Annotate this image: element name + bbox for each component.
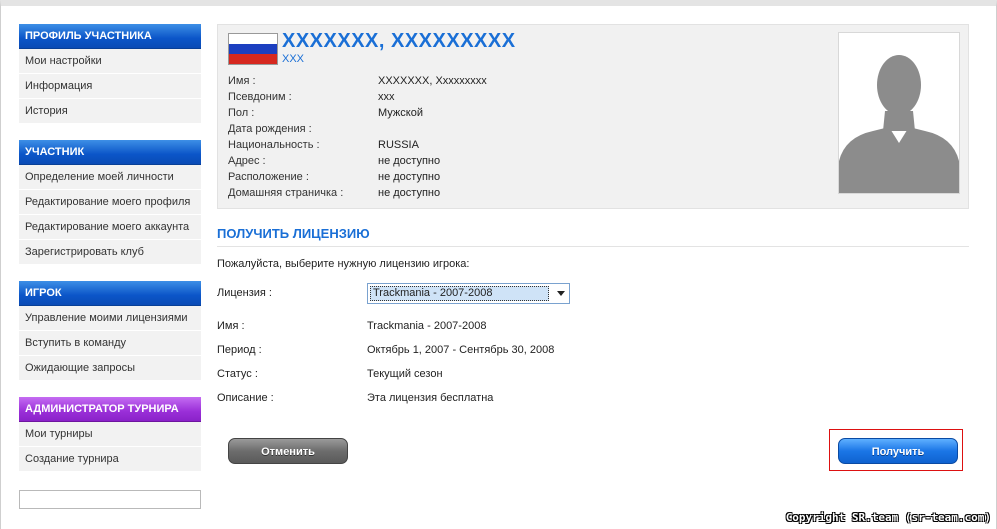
license-info-value: Октябрь 1, 2007 - Сентябрь 30, 2008 [367, 344, 555, 356]
field-value: Мужской [378, 107, 423, 119]
profile-field-row: Имя : XXXXXXX, Xxxxxxxxx [228, 73, 528, 89]
profile-name: XXXXXXX, XXXXXXXXX [282, 30, 516, 52]
menu-participant: УЧАСТНИК Определение моей личности Редак… [19, 140, 201, 265]
sidebar-search-input[interactable] [19, 490, 201, 509]
profile-nickname: XXX [282, 53, 305, 65]
menu-title-tournament-admin: АДМИНИСТРАТОР ТУРНИРА [19, 397, 201, 422]
default-avatar-icon [838, 32, 960, 194]
sidebar-item-history[interactable]: История [19, 99, 201, 124]
russia-flag-icon [228, 33, 278, 65]
sidebar-item-create-tournament[interactable]: Создание турнира [19, 447, 201, 472]
field-label: Псевдоним : [228, 91, 292, 103]
profile-field-row: Адрес : не доступно [228, 153, 528, 169]
license-select-row: Лицензия : [217, 287, 272, 299]
license-info-value: Эта лицензия бесплатна [367, 392, 494, 404]
license-select[interactable]: Trackmania - 2007-2008 [367, 283, 570, 304]
menu-profile: ПРОФИЛЬ УЧАСТНИКА Мои настройки Информац… [19, 24, 201, 124]
license-info-row: Описание : Эта лицензия бесплатна [217, 392, 493, 404]
menu-title-player: ИГРОК [19, 281, 201, 306]
sidebar-item-pending-requests[interactable]: Ожидающие запросы [19, 356, 201, 381]
field-label: Имя : [228, 75, 256, 87]
license-info-value: Trackmania - 2007-2008 [367, 320, 487, 332]
license-select-label: Лицензия : [217, 287, 272, 299]
field-value: RUSSIA [378, 139, 419, 151]
menu-player: ИГРОК Управление моими лицензиями Вступи… [19, 281, 201, 381]
license-info-row: Период : Октябрь 1, 2007 - Сентябрь 30, … [217, 344, 554, 356]
sidebar-item-manage-licenses[interactable]: Управление моими лицензиями [19, 306, 201, 331]
sidebar-item-join-team[interactable]: Вступить в команду [19, 331, 201, 356]
profile-card: XXXXXXX, XXXXXXXXX XXX Имя : XXXXXXX, Xxx… [217, 24, 969, 209]
license-info-label: Имя : [217, 320, 245, 332]
field-label: Национальность : [228, 139, 320, 151]
license-info-row: Имя : Trackmania - 2007-2008 [217, 320, 486, 332]
field-value: не доступно [378, 171, 441, 183]
profile-field-row: Расположение : не доступно [228, 169, 528, 185]
field-value: не доступно [378, 155, 441, 167]
sidebar-item-my-tournaments[interactable]: Мои турниры [19, 422, 201, 447]
menu-title-participant: УЧАСТНИК [19, 140, 201, 165]
license-prompt: Пожалуйста, выберите нужную лицензию игр… [217, 258, 470, 270]
field-label: Адрес : [228, 155, 266, 167]
license-select-value: Trackmania - 2007-2008 [370, 286, 549, 301]
profile-field-row: Национальность : RUSSIA [228, 137, 528, 153]
cancel-button[interactable]: Отменить [228, 438, 348, 464]
license-section-title: ПОЛУЧИТЬ ЛИЦЕНЗИЮ [217, 226, 969, 247]
field-label: Пол : [228, 107, 255, 119]
menu-title-profile: ПРОФИЛЬ УЧАСТНИКА [19, 24, 201, 49]
copyright-watermark: Copyright SR.team (sr-team.com) [785, 511, 991, 524]
profile-field-row: Пол : Мужской [228, 105, 528, 121]
sidebar-item-register-club[interactable]: Зарегистрировать клуб [19, 240, 201, 265]
chevron-down-icon[interactable] [557, 291, 565, 296]
profile-field-row: Псевдоним : xxx [228, 89, 528, 105]
field-value: XXXXXXX, Xxxxxxxxx [378, 75, 487, 87]
license-info-label: Статус : [217, 368, 258, 380]
menu-tournament-admin: АДМИНИСТРАТОР ТУРНИРА Мои турниры Создан… [19, 397, 201, 472]
sidebar-item-identity[interactable]: Определение моей личности [19, 165, 201, 190]
sidebar-item-my-settings[interactable]: Мои настройки [19, 49, 201, 74]
license-info-value: Текущий сезон [367, 368, 443, 380]
license-info-label: Описание : [217, 392, 274, 404]
profile-fields: Имя : XXXXXXX, Xxxxxxxxx Псевдоним : xxx П… [228, 73, 528, 201]
sidebar: ПРОФИЛЬ УЧАСТНИКА Мои настройки Информац… [19, 24, 201, 488]
field-label: Дата рождения : [228, 123, 312, 135]
field-label: Расположение : [228, 171, 309, 183]
field-value: не доступно [378, 187, 441, 199]
field-label: Домашняя страничка : [228, 187, 344, 199]
field-value: xxx [378, 91, 395, 103]
license-info-row: Статус : Текущий сезон [217, 368, 443, 380]
sidebar-item-information[interactable]: Информация [19, 74, 201, 99]
profile-field-row: Дата рождения : [228, 121, 528, 137]
sidebar-item-edit-profile[interactable]: Редактирование моего профиля [19, 190, 201, 215]
get-license-button[interactable]: Получить [838, 438, 958, 464]
license-info-label: Период : [217, 344, 262, 356]
profile-field-row: Домашняя страничка : не доступно [228, 185, 528, 201]
sidebar-item-edit-account[interactable]: Редактирование моего аккаунта [19, 215, 201, 240]
